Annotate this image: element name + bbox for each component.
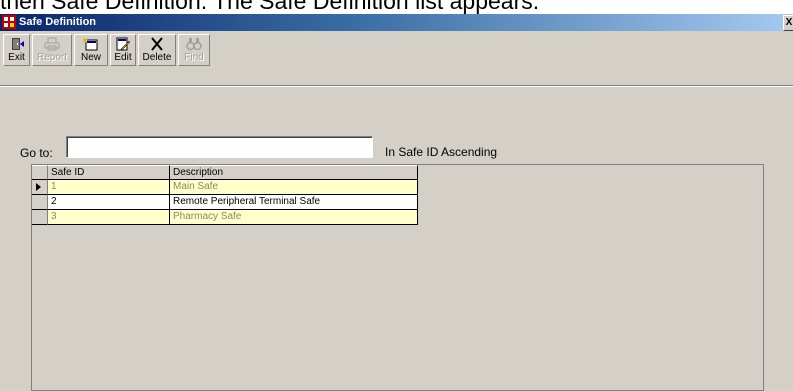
cell-description[interactable]: Main Safe	[170, 180, 418, 195]
row-indicator[interactable]	[32, 195, 48, 210]
page-caption: then Safe Definition. The Safe Definitio…	[0, 0, 540, 14]
column-header-description[interactable]: Description	[170, 165, 418, 180]
column-header-safe-id[interactable]: Safe ID	[48, 165, 170, 180]
exit-door-icon	[11, 38, 24, 50]
toolbar: Exit Report New Edit Delete Find	[0, 31, 793, 66]
cell-description[interactable]: Remote Peripheral Terminal Safe	[170, 195, 418, 210]
table-row[interactable]: 1 Main Safe	[32, 180, 418, 195]
cell-description[interactable]: Pharmacy Safe	[170, 210, 418, 225]
new-label: New	[80, 52, 101, 63]
sort-order-label: In Safe ID Ascending	[385, 145, 498, 159]
table-row[interactable]: 2 Remote Peripheral Terminal Safe	[32, 195, 418, 210]
find-label: Find	[184, 52, 204, 63]
list-panel: Go to: In Safe ID Ascending Safe ID Desc…	[0, 92, 793, 391]
exit-button[interactable]: Exit	[3, 34, 30, 66]
close-button[interactable]: X	[783, 15, 793, 31]
find-button[interactable]: Find	[178, 34, 210, 66]
current-row-arrow-icon	[36, 183, 41, 191]
delete-x-icon	[151, 37, 163, 51]
delete-button[interactable]: Delete	[138, 34, 176, 66]
row-indicator[interactable]	[32, 210, 48, 225]
exit-label: Exit	[8, 52, 25, 63]
safe-definition-window: Safe Definition X Exit Report New Edit D…	[0, 14, 793, 391]
window-title: Safe Definition	[19, 16, 97, 28]
cell-safe-id[interactable]: 3	[48, 210, 170, 225]
app-icon	[2, 15, 16, 29]
cell-safe-id[interactable]: 2	[48, 195, 170, 210]
goto-input[interactable]	[66, 136, 373, 158]
edit-record-icon	[116, 37, 131, 51]
toolbar-separator	[0, 85, 793, 87]
printer-icon	[44, 37, 60, 51]
header-indicator	[32, 165, 48, 180]
safe-grid[interactable]: Safe ID Description 1 Main Safe 2 Remote…	[31, 164, 764, 391]
title-bar: Safe Definition X	[0, 14, 793, 31]
edit-label: Edit	[114, 52, 132, 63]
new-record-icon	[83, 37, 98, 51]
cell-safe-id[interactable]: 1	[48, 180, 170, 195]
report-button[interactable]: Report	[32, 34, 72, 66]
goto-label: Go to:	[20, 146, 53, 160]
header-row: Safe ID Description	[32, 165, 418, 180]
row-indicator[interactable]	[32, 180, 48, 195]
delete-label: Delete	[142, 52, 172, 63]
new-button[interactable]: New	[74, 34, 108, 66]
report-label: Report	[36, 52, 67, 63]
table-row[interactable]: 3 Pharmacy Safe	[32, 210, 418, 225]
edit-button[interactable]: Edit	[110, 34, 136, 66]
binoculars-icon	[186, 38, 202, 51]
